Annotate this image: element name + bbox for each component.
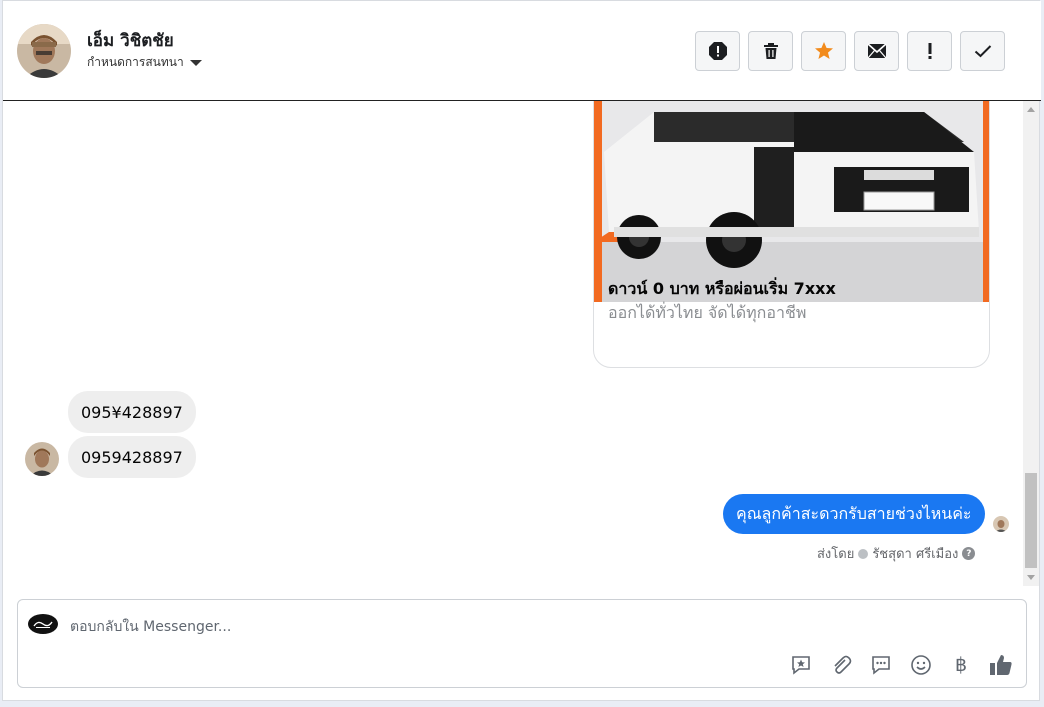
quick-reply-icon [872, 656, 890, 675]
mark-done-button[interactable] [960, 31, 1005, 71]
message-thread[interactable]: ดาวน์ 0 บาท หรือผ่อนเริ่ม 7xxx ออกได้ทั่… [3, 101, 1023, 586]
ad-subtitle: ออกได้ทั่วไทย จัดได้ทุกอาชีพ [608, 303, 807, 322]
saved-reply-button[interactable] [788, 652, 814, 678]
emoji-icon [911, 655, 931, 675]
conversation-header: เอ็ม วิชิตชัย กำหนดการสนทนา [3, 1, 1041, 101]
assign-label: กำหนดการสนทนา [87, 55, 184, 69]
scroll-down-arrow-icon[interactable] [1027, 575, 1035, 580]
customer-avatar[interactable] [17, 24, 71, 78]
exclamation-icon [928, 43, 931, 59]
follow-up-button[interactable] [907, 31, 952, 71]
envelope-icon [866, 43, 887, 59]
check-icon [974, 45, 991, 58]
mark-spam-button[interactable] [695, 31, 740, 71]
seen-avatar [993, 516, 1009, 532]
scrollbar-thumb[interactable] [1025, 473, 1037, 568]
attachment-icon [834, 655, 852, 674]
conversation-actions [695, 31, 1005, 71]
ad-card[interactable]: ดาวน์ 0 บาท หรือผ่อนเริ่ม 7xxx ออกได้ทั่… [593, 101, 990, 368]
spam-icon [708, 42, 727, 60]
like-button[interactable] [988, 652, 1014, 678]
quick-reply-button[interactable] [868, 652, 894, 678]
composer-tools: ฿ [788, 652, 1014, 678]
incoming-message[interactable]: 095¥428897 [68, 391, 196, 433]
payment-icon: ฿ [954, 654, 968, 676]
outgoing-message[interactable]: คุณลูกค้าสะดวกรับสายช่วงไหนค่ะ [723, 494, 985, 534]
attach-button[interactable] [828, 652, 854, 678]
verified-dot-icon [858, 548, 869, 559]
delete-button[interactable] [748, 31, 793, 71]
scrollbar[interactable] [1023, 101, 1039, 586]
scroll-up-arrow-icon[interactable] [1027, 107, 1035, 112]
mark-unread-button[interactable] [854, 31, 899, 71]
reply-input[interactable] [70, 616, 770, 638]
star-button[interactable] [801, 31, 846, 71]
assign-conversation-dropdown[interactable]: กำหนดการสนทนา [87, 53, 202, 72]
page-logo-icon [28, 614, 58, 634]
emoji-button[interactable] [908, 652, 934, 678]
trash-icon [763, 43, 778, 59]
incoming-message[interactable]: 0959428897 [68, 436, 196, 478]
sent-by-label: ส่งโดย [817, 547, 855, 562]
customer-name: เอ็ม วิชิตชัย [87, 31, 174, 51]
caret-down-icon [189, 59, 202, 66]
car-image [594, 101, 989, 302]
customer-message-avatar [25, 442, 59, 476]
sent-by-info: ส่งโดย รัชสุดา ศรีเมือง ? [817, 543, 976, 564]
ad-title: ดาวน์ 0 บาท หรือผ่อนเริ่ม 7xxx [608, 279, 836, 298]
saved-reply-icon [792, 656, 810, 675]
reply-composer: ฿ [17, 599, 1027, 688]
like-icon [990, 655, 1012, 675]
star-icon [814, 42, 833, 59]
help-icon[interactable]: ? [962, 547, 976, 560]
conversation-panel: เอ็ม วิชิตชัย กำหนดการสนทนา ดาวน์ 0 บาท … [2, 0, 1041, 701]
payment-button[interactable]: ฿ [948, 652, 974, 678]
sender-name: รัชสุดา ศรีเมือง [872, 547, 959, 562]
